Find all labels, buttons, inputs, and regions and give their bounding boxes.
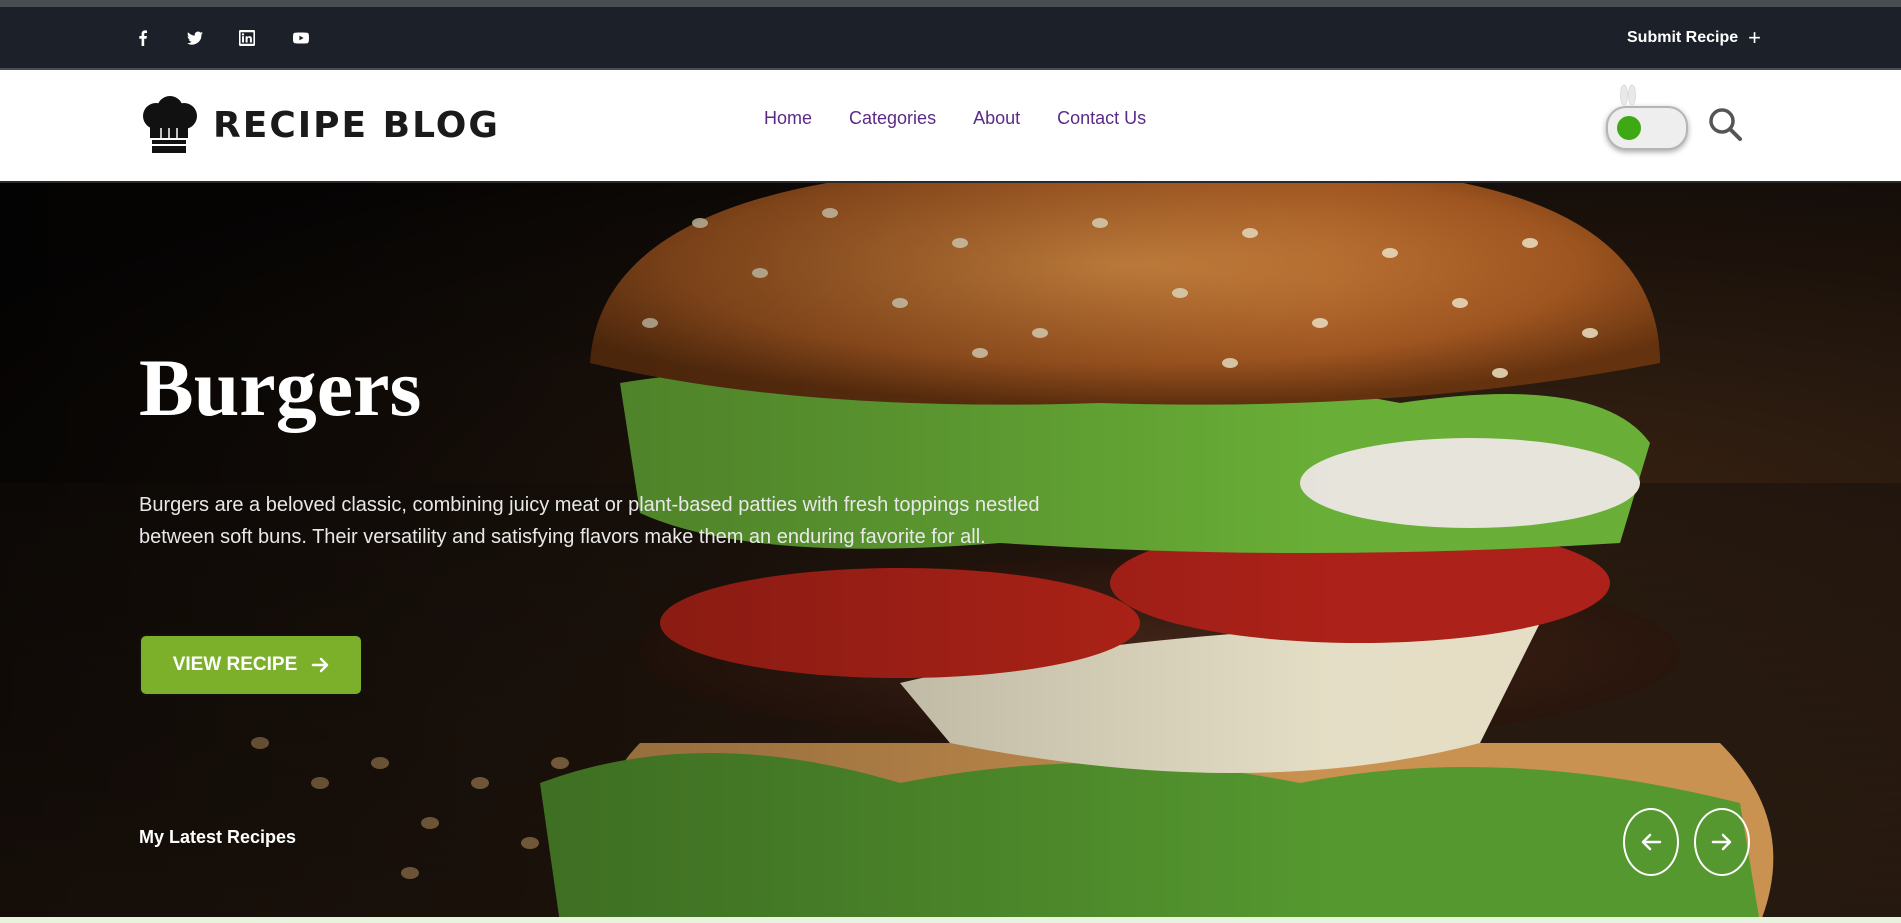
brand-logo-link[interactable]: RECIPE BLOG (139, 95, 500, 155)
submit-recipe-label: Submit Recipe (1627, 28, 1739, 46)
browser-top-strip (0, 0, 1901, 7)
submit-recipe-button[interactable]: Submit Recipe + (1627, 7, 1761, 68)
hero-slider: Burgers Burgers are a beloved classic, c… (0, 183, 1901, 917)
twitter-icon[interactable] (183, 7, 207, 68)
arrow-right-icon (312, 657, 329, 673)
main-navbar: RECIPE BLOG Home Categories About Contac… (0, 70, 1901, 183)
nav-links: Home Categories About Contact Us (764, 108, 1146, 129)
toggle-knob (1617, 116, 1641, 140)
nav-about[interactable]: About (973, 108, 1020, 129)
search-button[interactable] (1707, 106, 1743, 142)
arrow-right-icon (1711, 833, 1732, 851)
search-icon (1709, 108, 1742, 141)
top-bar: Submit Recipe + (0, 7, 1901, 70)
brand-name: RECIPE BLOG (213, 104, 500, 146)
plus-icon: + (1748, 24, 1761, 50)
bottom-strip (0, 917, 1901, 923)
hero-title: Burgers (139, 342, 422, 433)
youtube-icon[interactable] (289, 7, 313, 68)
theme-toggle[interactable] (1606, 84, 1688, 150)
nav-categories[interactable]: Categories (849, 108, 936, 129)
linkedin-icon[interactable] (235, 7, 259, 68)
chef-hat-icon (143, 96, 197, 153)
hero-description: Burgers are a beloved classic, combining… (139, 494, 1040, 548)
slider-next-button[interactable] (1694, 808, 1750, 876)
arrow-left-icon (1641, 833, 1662, 851)
view-recipe-label: VIEW RECIPE (172, 654, 298, 675)
slider-prev-button[interactable] (1623, 808, 1679, 876)
facebook-icon[interactable] (131, 7, 155, 68)
bunny-ears-icon (1620, 84, 1636, 106)
view-recipe-button[interactable]: VIEW RECIPE (139, 634, 363, 696)
nav-home[interactable]: Home (764, 108, 812, 129)
latest-recipes-label: My Latest Recipes (139, 827, 297, 847)
nav-contact-us[interactable]: Contact Us (1057, 108, 1146, 129)
